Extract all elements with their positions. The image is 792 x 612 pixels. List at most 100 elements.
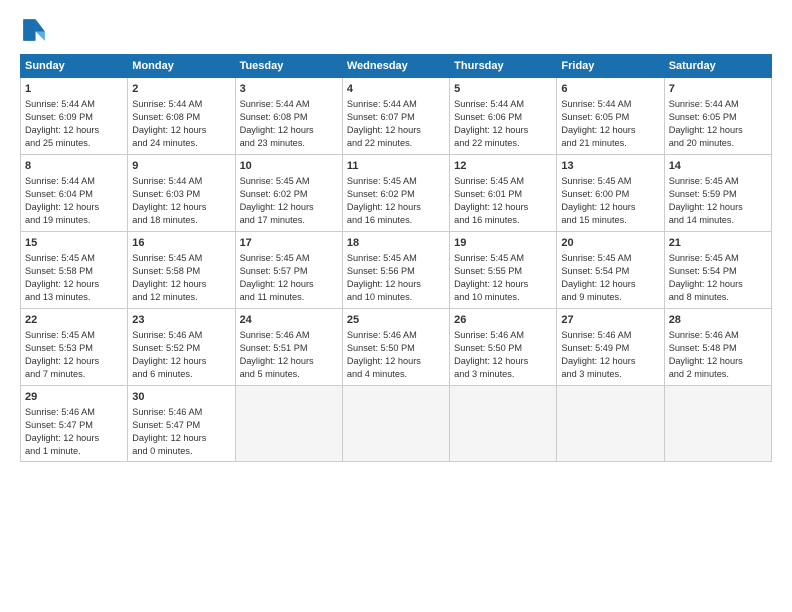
- day-info: Sunrise: 5:45 AM Sunset: 6:02 PM Dayligh…: [347, 175, 445, 227]
- day-info: Sunrise: 5:44 AM Sunset: 6:04 PM Dayligh…: [25, 175, 123, 227]
- day-number: 19: [454, 236, 552, 251]
- day-number: 9: [132, 159, 230, 174]
- day-cell: 24Sunrise: 5:46 AM Sunset: 5:51 PM Dayli…: [235, 308, 342, 385]
- day-info: Sunrise: 5:44 AM Sunset: 6:09 PM Dayligh…: [25, 98, 123, 150]
- day-info: Sunrise: 5:45 AM Sunset: 5:53 PM Dayligh…: [25, 329, 123, 381]
- day-cell: 2Sunrise: 5:44 AM Sunset: 6:08 PM Daylig…: [128, 78, 235, 155]
- day-number: 3: [240, 82, 338, 97]
- day-cell: 1Sunrise: 5:44 AM Sunset: 6:09 PM Daylig…: [21, 78, 128, 155]
- day-cell: 22Sunrise: 5:45 AM Sunset: 5:53 PM Dayli…: [21, 308, 128, 385]
- day-number: 5: [454, 82, 552, 97]
- day-info: Sunrise: 5:46 AM Sunset: 5:50 PM Dayligh…: [454, 329, 552, 381]
- day-cell: 27Sunrise: 5:46 AM Sunset: 5:49 PM Dayli…: [557, 308, 664, 385]
- day-info: Sunrise: 5:44 AM Sunset: 6:07 PM Dayligh…: [347, 98, 445, 150]
- col-header-sunday: Sunday: [21, 55, 128, 78]
- day-cell: 29Sunrise: 5:46 AM Sunset: 5:47 PM Dayli…: [21, 385, 128, 462]
- day-cell: 23Sunrise: 5:46 AM Sunset: 5:52 PM Dayli…: [128, 308, 235, 385]
- day-cell: 11Sunrise: 5:45 AM Sunset: 6:02 PM Dayli…: [342, 154, 449, 231]
- day-info: Sunrise: 5:46 AM Sunset: 5:48 PM Dayligh…: [669, 329, 767, 381]
- page: SundayMondayTuesdayWednesdayThursdayFrid…: [0, 0, 792, 612]
- day-number: 26: [454, 313, 552, 328]
- day-info: Sunrise: 5:45 AM Sunset: 5:56 PM Dayligh…: [347, 252, 445, 304]
- day-cell: 21Sunrise: 5:45 AM Sunset: 5:54 PM Dayli…: [664, 231, 771, 308]
- day-cell: 6Sunrise: 5:44 AM Sunset: 6:05 PM Daylig…: [557, 78, 664, 155]
- week-row-3: 15Sunrise: 5:45 AM Sunset: 5:58 PM Dayli…: [21, 231, 772, 308]
- week-row-1: 1Sunrise: 5:44 AM Sunset: 6:09 PM Daylig…: [21, 78, 772, 155]
- day-info: Sunrise: 5:45 AM Sunset: 5:59 PM Dayligh…: [669, 175, 767, 227]
- day-info: Sunrise: 5:44 AM Sunset: 6:03 PM Dayligh…: [132, 175, 230, 227]
- day-number: 15: [25, 236, 123, 251]
- col-header-monday: Monday: [128, 55, 235, 78]
- day-cell: [664, 385, 771, 462]
- day-number: 22: [25, 313, 123, 328]
- logo-icon: [20, 16, 48, 44]
- day-number: 18: [347, 236, 445, 251]
- day-number: 30: [132, 390, 230, 405]
- week-row-5: 29Sunrise: 5:46 AM Sunset: 5:47 PM Dayli…: [21, 385, 772, 462]
- header-row: SundayMondayTuesdayWednesdayThursdayFrid…: [21, 55, 772, 78]
- day-number: 6: [561, 82, 659, 97]
- day-cell: 18Sunrise: 5:45 AM Sunset: 5:56 PM Dayli…: [342, 231, 449, 308]
- calendar-header: SundayMondayTuesdayWednesdayThursdayFrid…: [21, 55, 772, 78]
- day-cell: 9Sunrise: 5:44 AM Sunset: 6:03 PM Daylig…: [128, 154, 235, 231]
- day-cell: 26Sunrise: 5:46 AM Sunset: 5:50 PM Dayli…: [450, 308, 557, 385]
- week-row-2: 8Sunrise: 5:44 AM Sunset: 6:04 PM Daylig…: [21, 154, 772, 231]
- day-number: 7: [669, 82, 767, 97]
- calendar: SundayMondayTuesdayWednesdayThursdayFrid…: [20, 54, 772, 462]
- day-info: Sunrise: 5:46 AM Sunset: 5:49 PM Dayligh…: [561, 329, 659, 381]
- day-info: Sunrise: 5:46 AM Sunset: 5:47 PM Dayligh…: [25, 406, 123, 458]
- day-cell: 28Sunrise: 5:46 AM Sunset: 5:48 PM Dayli…: [664, 308, 771, 385]
- day-cell: 13Sunrise: 5:45 AM Sunset: 6:00 PM Dayli…: [557, 154, 664, 231]
- day-number: 20: [561, 236, 659, 251]
- day-info: Sunrise: 5:45 AM Sunset: 5:54 PM Dayligh…: [669, 252, 767, 304]
- week-row-4: 22Sunrise: 5:45 AM Sunset: 5:53 PM Dayli…: [21, 308, 772, 385]
- day-cell: 12Sunrise: 5:45 AM Sunset: 6:01 PM Dayli…: [450, 154, 557, 231]
- day-info: Sunrise: 5:45 AM Sunset: 5:57 PM Dayligh…: [240, 252, 338, 304]
- day-cell: 8Sunrise: 5:44 AM Sunset: 6:04 PM Daylig…: [21, 154, 128, 231]
- day-cell: 30Sunrise: 5:46 AM Sunset: 5:47 PM Dayli…: [128, 385, 235, 462]
- day-number: 27: [561, 313, 659, 328]
- day-cell: 15Sunrise: 5:45 AM Sunset: 5:58 PM Dayli…: [21, 231, 128, 308]
- day-info: Sunrise: 5:44 AM Sunset: 6:05 PM Dayligh…: [561, 98, 659, 150]
- day-cell: 16Sunrise: 5:45 AM Sunset: 5:58 PM Dayli…: [128, 231, 235, 308]
- day-number: 8: [25, 159, 123, 174]
- header: [20, 16, 772, 44]
- day-number: 2: [132, 82, 230, 97]
- day-number: 11: [347, 159, 445, 174]
- day-number: 1: [25, 82, 123, 97]
- day-number: 21: [669, 236, 767, 251]
- day-cell: 3Sunrise: 5:44 AM Sunset: 6:08 PM Daylig…: [235, 78, 342, 155]
- day-info: Sunrise: 5:45 AM Sunset: 6:01 PM Dayligh…: [454, 175, 552, 227]
- day-info: Sunrise: 5:45 AM Sunset: 5:58 PM Dayligh…: [25, 252, 123, 304]
- day-info: Sunrise: 5:44 AM Sunset: 6:08 PM Dayligh…: [132, 98, 230, 150]
- day-info: Sunrise: 5:46 AM Sunset: 5:52 PM Dayligh…: [132, 329, 230, 381]
- col-header-wednesday: Wednesday: [342, 55, 449, 78]
- day-number: 12: [454, 159, 552, 174]
- col-header-saturday: Saturday: [664, 55, 771, 78]
- day-number: 28: [669, 313, 767, 328]
- day-info: Sunrise: 5:45 AM Sunset: 5:55 PM Dayligh…: [454, 252, 552, 304]
- day-cell: [450, 385, 557, 462]
- day-number: 16: [132, 236, 230, 251]
- day-cell: 20Sunrise: 5:45 AM Sunset: 5:54 PM Dayli…: [557, 231, 664, 308]
- day-cell: 10Sunrise: 5:45 AM Sunset: 6:02 PM Dayli…: [235, 154, 342, 231]
- day-cell: 14Sunrise: 5:45 AM Sunset: 5:59 PM Dayli…: [664, 154, 771, 231]
- day-number: 25: [347, 313, 445, 328]
- day-number: 24: [240, 313, 338, 328]
- day-number: 14: [669, 159, 767, 174]
- day-number: 10: [240, 159, 338, 174]
- day-info: Sunrise: 5:46 AM Sunset: 5:51 PM Dayligh…: [240, 329, 338, 381]
- day-cell: [342, 385, 449, 462]
- day-info: Sunrise: 5:44 AM Sunset: 6:05 PM Dayligh…: [669, 98, 767, 150]
- day-cell: 4Sunrise: 5:44 AM Sunset: 6:07 PM Daylig…: [342, 78, 449, 155]
- day-cell: [557, 385, 664, 462]
- col-header-tuesday: Tuesday: [235, 55, 342, 78]
- day-info: Sunrise: 5:44 AM Sunset: 6:08 PM Dayligh…: [240, 98, 338, 150]
- day-number: 17: [240, 236, 338, 251]
- day-number: 29: [25, 390, 123, 405]
- day-info: Sunrise: 5:46 AM Sunset: 5:47 PM Dayligh…: [132, 406, 230, 458]
- day-info: Sunrise: 5:45 AM Sunset: 6:00 PM Dayligh…: [561, 175, 659, 227]
- day-number: 23: [132, 313, 230, 328]
- calendar-body: 1Sunrise: 5:44 AM Sunset: 6:09 PM Daylig…: [21, 78, 772, 462]
- day-cell: [235, 385, 342, 462]
